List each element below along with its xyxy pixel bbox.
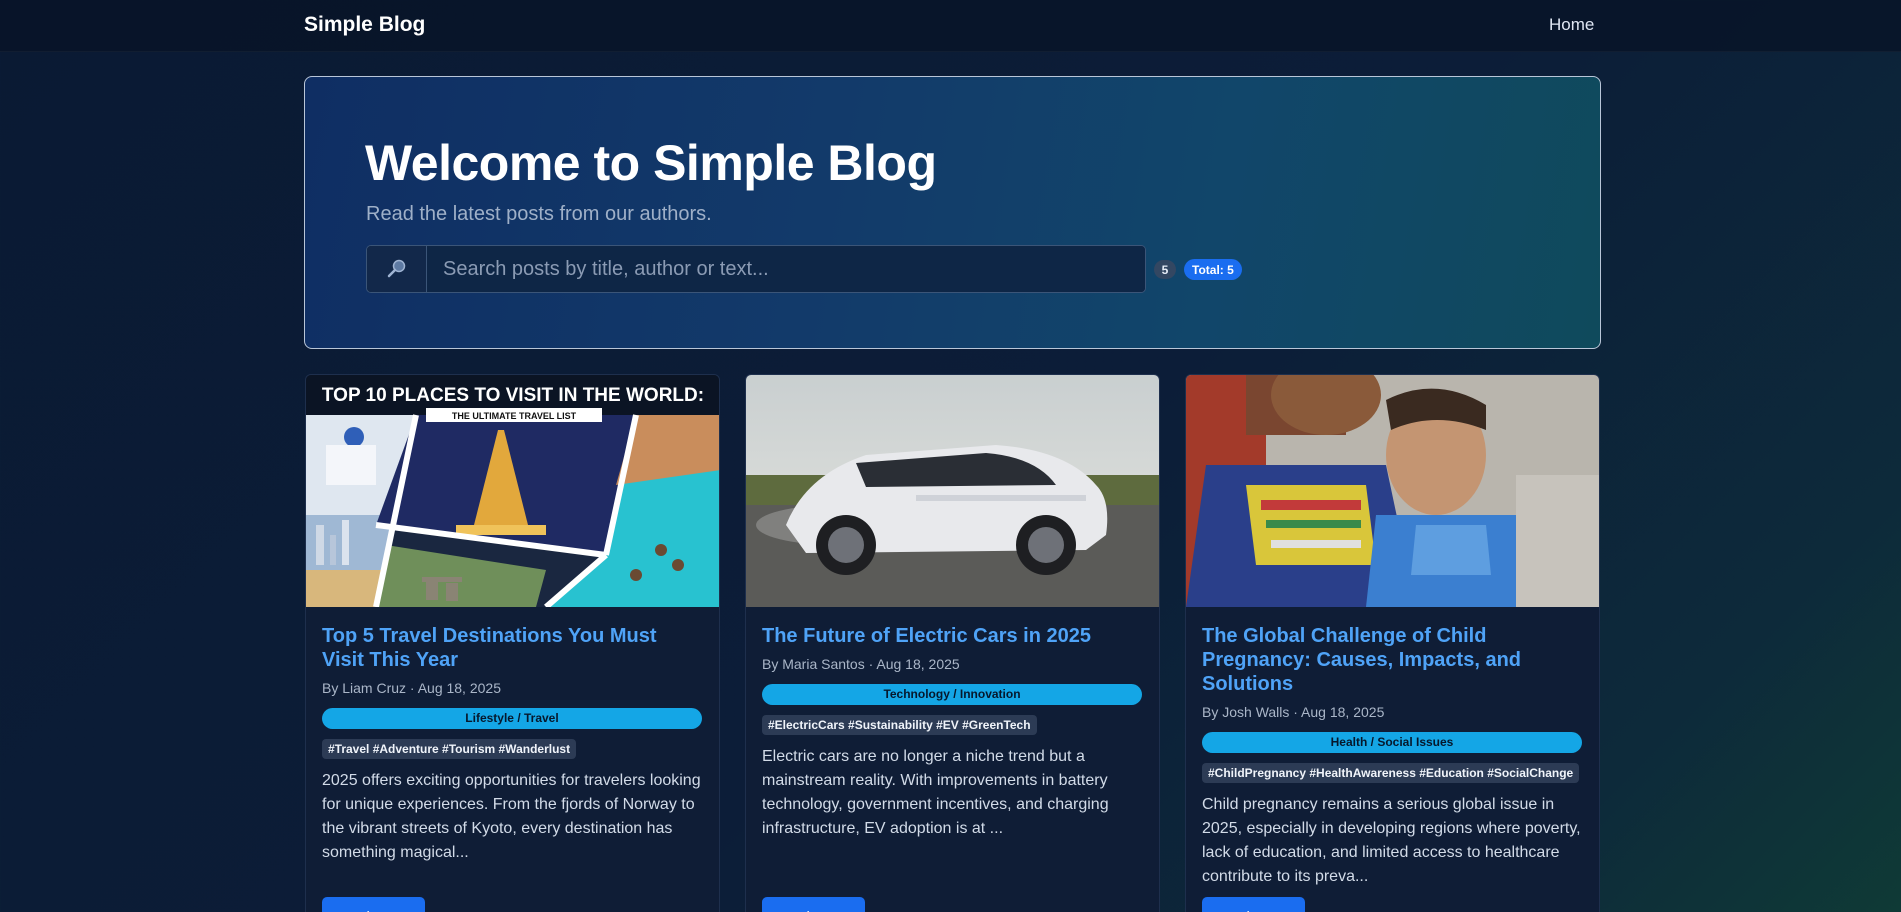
navbar: Simple Blog Home [0,0,1901,52]
read-more-button[interactable]: Read More [1202,897,1305,912]
post-meta: By Liam Cruz · Aug 18, 2025 [322,680,501,696]
brand-logo[interactable]: Simple Blog [304,13,425,37]
mother-and-child-image[interactable] [1186,375,1599,607]
hero-title: Welcome to Simple Blog [365,135,937,191]
nav-link-home[interactable]: Home [1549,15,1594,35]
search-input[interactable] [427,246,1145,292]
post-card-body: The Future of Electric Cars in 2025 By M… [762,624,1142,841]
post-card-body: The Global Challenge of Child Pregnancy:… [1202,624,1582,889]
post-card-body: Top 5 Travel Destinations You Must Visit… [322,624,702,865]
tags-badge: #ChildPregnancy #HealthAwareness #Educat… [1202,763,1580,783]
image-headline: TOP 10 PLACES TO VISIT IN THE WORLD: [322,385,704,406]
tags-badge: #Travel #Adventure #Tourism #Wanderlust [322,739,577,759]
category-badge: Lifestyle / Travel [322,708,702,729]
image-subline: THE ULTIMATE TRAVEL LIST [452,411,577,421]
post-excerpt: 2025 offers exciting opportunities for t… [322,772,701,861]
hero-subtitle: Read the latest posts from our authors. [366,203,712,225]
electric-car-image[interactable] [746,375,1159,607]
post-card: The Global Challenge of Child Pregnancy:… [1185,374,1600,912]
tags-badge: #ElectricCars #Sustainability #EV #Green… [762,715,1037,735]
read-more-button[interactable]: Read More [322,897,425,912]
post-title[interactable]: Top 5 Travel Destinations You Must Visit… [322,624,702,672]
post-excerpt: Child pregnancy remains a serious global… [1202,796,1581,885]
post-title[interactable]: The Future of Electric Cars in 2025 [762,624,1142,648]
category-badge: Health / Social Issues [1202,732,1582,753]
result-count-badge: 5 [1154,260,1176,279]
post-card: The Future of Electric Cars in 2025 By M… [745,374,1160,912]
post-card: TOP 10 PLACES TO VISIT IN THE WORLD: THE… [305,374,720,912]
post-title[interactable]: The Global Challenge of Child Pregnancy:… [1202,624,1582,696]
post-meta: By Josh Walls · Aug 18, 2025 [1202,704,1385,720]
category-badge: Technology / Innovation [762,684,1142,705]
travel-collage-image[interactable]: TOP 10 PLACES TO VISIT IN THE WORLD: THE… [306,375,719,607]
post-excerpt: Electric cars are no longer a niche tren… [762,748,1109,837]
post-meta: By Maria Santos · Aug 18, 2025 [762,656,960,672]
total-badge: Total: 5 [1184,259,1242,280]
hero-banner: Welcome to Simple Blog Read the latest p… [304,76,1601,349]
search-icon [367,246,427,292]
read-more-button[interactable]: Read More [762,897,865,912]
search-bar [366,245,1146,293]
